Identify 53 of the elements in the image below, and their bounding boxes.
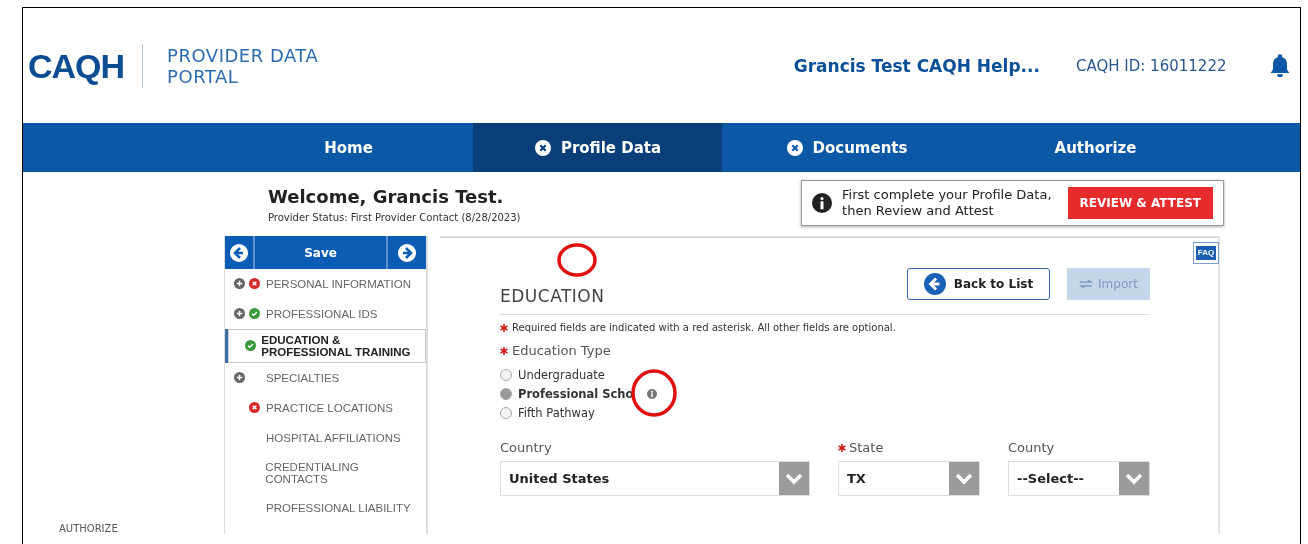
review-attest-button[interactable]: REVIEW & ATTEST: [1067, 187, 1213, 219]
expand-icon: [234, 372, 245, 383]
radio-button[interactable]: [500, 368, 512, 381]
select-field[interactable]: TX: [838, 461, 980, 496]
expand-icon: [234, 308, 245, 319]
radio-option[interactable]: Fifth Pathway: [500, 403, 595, 422]
nav-tab[interactable]: Documents: [722, 123, 971, 172]
select-field[interactable]: United States: [500, 461, 810, 496]
chevron-down-icon: [785, 472, 803, 485]
error-icon: [249, 278, 260, 289]
user-name[interactable]: Grancis Test CAQH Help...: [793, 55, 1040, 76]
radio-option[interactable]: Professional Scho: [500, 384, 634, 403]
arrow-left-icon: [229, 242, 249, 263]
close-circle-icon: [785, 138, 804, 157]
faq-button[interactable]: FAQ: [1193, 242, 1219, 264]
welcome-title: Welcome, Grancis Test.: [268, 185, 504, 209]
portal-title: PROVIDER DATA PORTAL: [167, 44, 319, 87]
required-asterisk-icon: [500, 323, 508, 332]
radio-option[interactable]: Undergraduate: [500, 365, 605, 384]
select-field[interactable]: --Select--: [1008, 461, 1150, 496]
arrow-right-icon: [397, 242, 417, 263]
required-asterisk-icon: [500, 346, 508, 355]
authorize-link[interactable]: AUTHORIZE: [59, 523, 118, 534]
swap-icon: [1079, 279, 1094, 289]
required-asterisk-icon: [838, 443, 846, 452]
nav-tab[interactable]: Home: [224, 123, 473, 172]
error-icon: [249, 402, 260, 413]
section-title: EDUCATION: [500, 286, 605, 306]
info-icon: [812, 193, 833, 213]
expand-icon: [234, 278, 245, 289]
check-icon: [249, 308, 260, 319]
logo: CAQH: [28, 43, 144, 88]
sidebar-item[interactable]: EDUCATION & PROFESSIONAL TRAINING: [225, 329, 426, 363]
annotation-circle: [630, 368, 679, 417]
field-label: Education Type: [512, 343, 611, 358]
field-label: State: [849, 440, 884, 455]
provider-status: Provider Status: First Provider Contact (8/28/2023): [268, 211, 521, 225]
nav-tab[interactable]: Authorize: [971, 123, 1220, 172]
field-label: County: [1008, 440, 1055, 455]
chevron-down-icon: [955, 472, 973, 485]
radio-button[interactable]: [500, 387, 512, 400]
radio-button[interactable]: [500, 406, 512, 419]
arrow-left-icon: [923, 273, 946, 295]
close-circle-icon: [533, 138, 552, 157]
nav-tab[interactable]: Profile Data: [473, 123, 722, 172]
annotation-circle: [556, 240, 598, 280]
caqh-id: CAQH ID: 16011222: [1076, 56, 1228, 75]
field-label: Country: [500, 440, 552, 455]
alert-message: First complete your Profile Data, then Review and Attest: [842, 187, 1052, 219]
required-note: Required fields are indicated with a red asterisk. All other fields are optional.: [512, 322, 896, 333]
check-icon: [245, 340, 257, 351]
back-to-list-button[interactable]: Back to List: [907, 268, 1050, 300]
chevron-down-icon: [1125, 472, 1143, 485]
